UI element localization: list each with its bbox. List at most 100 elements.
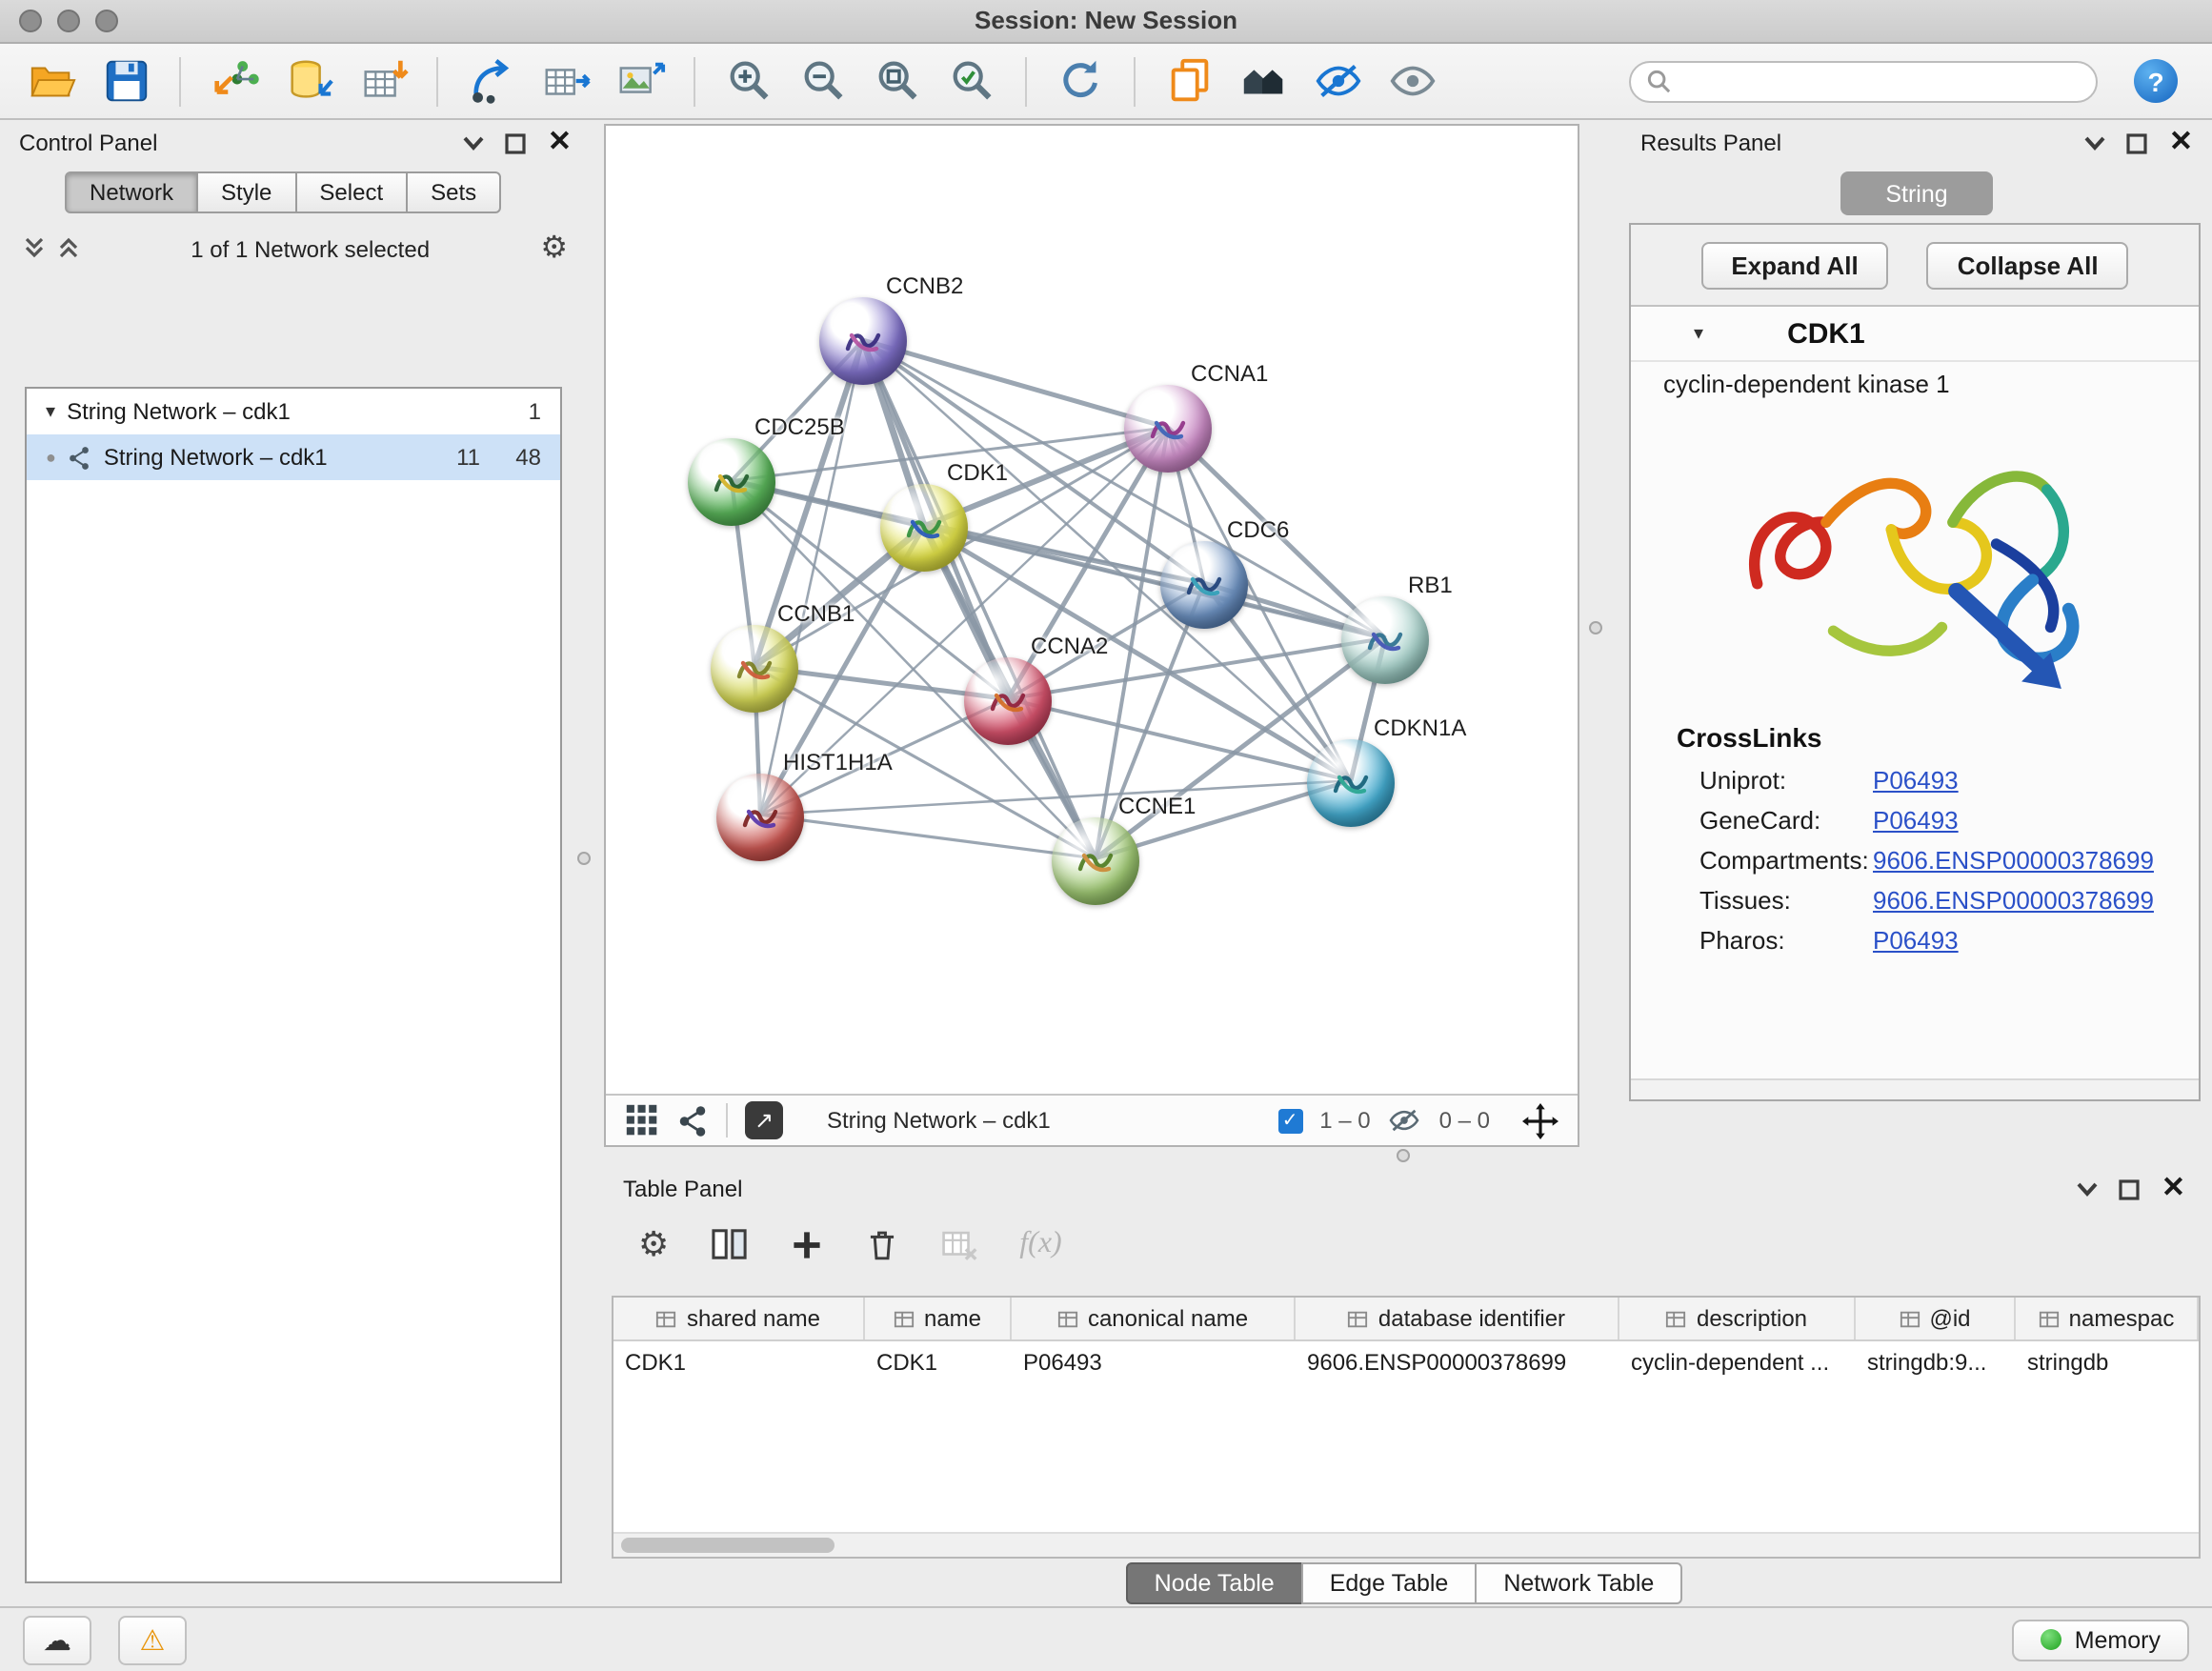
table-collapse-button[interactable] [2078,1181,2099,1197]
column-header-canonical-name[interactable]: canonical name [1012,1298,1296,1339]
crosslink-link[interactable]: P06493 [1873,926,1959,955]
export-image-button[interactable] [608,50,673,111]
table-float-button[interactable] [2120,1178,2141,1199]
column-header-@id[interactable]: @id [1856,1298,2016,1339]
bottom-splitter-handle[interactable] [1397,1149,1410,1162]
node-CDC6[interactable] [1160,541,1248,629]
table-horizontal-scrollbar[interactable] [613,1532,2199,1557]
column-header-description[interactable]: description [1619,1298,1856,1339]
panel-close-button[interactable]: ✕ [548,130,572,156]
zoom-in-icon [723,55,774,107]
hide-eye-button[interactable] [1305,50,1370,111]
node-CDKN1A[interactable] [1307,739,1395,827]
help-button[interactable]: ? [2134,59,2178,103]
birdseye-button[interactable] [1231,50,1296,111]
left-splitter-handle[interactable] [577,852,591,865]
tab-select[interactable]: Select [294,171,408,213]
results-horizontal-scrollbar[interactable] [1631,1078,2199,1099]
show-columns-icon[interactable] [711,1227,749,1261]
pan-move-icon[interactable] [1522,1102,1558,1138]
crosslink-link[interactable]: P06493 [1873,806,1959,835]
node-HIST1H1A[interactable] [716,774,804,861]
open-in-new-window-button[interactable]: ↗ [745,1101,783,1139]
selected-checkbox-icon[interactable]: ✓ [1277,1108,1302,1133]
search-input[interactable] [1680,66,2081,96]
tab-network[interactable]: Network [65,171,198,213]
table-row[interactable]: CDK1CDK1P064939606.ENSP00000378699cyclin… [613,1341,2199,1383]
column-header-database-identifier[interactable]: database identifier [1296,1298,1619,1339]
cloud-sync-button[interactable]: ☁ [23,1615,91,1664]
save-session-button[interactable] [93,50,158,111]
node-CCNE1[interactable] [1052,817,1139,905]
delete-column-trash-icon[interactable] [865,1226,899,1262]
birdseye-icon [1237,55,1289,107]
tab-style[interactable]: Style [196,171,296,213]
edge-HIST1H1A-CCNE1[interactable] [760,815,1096,858]
node-CCNB2[interactable] [819,297,907,385]
collapse-all-button[interactable]: Collapse All [1927,242,2129,290]
scrollbar-thumb[interactable] [621,1538,835,1553]
node-CCNA2[interactable] [964,657,1052,745]
expand-all-button[interactable]: Expand All [1700,242,1888,290]
edge-CCNB2-CCNE1[interactable] [863,340,1096,858]
table-tab-node-table[interactable]: Node Table [1126,1562,1303,1604]
network-collection-row[interactable]: ▾ String Network – cdk1 1 [27,389,560,434]
edge-CCNB2-CCNA1[interactable] [863,340,1168,428]
hide-eye-icon [1312,55,1363,107]
gene-collapse-icon[interactable]: ▾ [1694,323,1703,344]
table-close-button[interactable]: ✕ [2162,1176,2185,1202]
create-column-plus-icon[interactable] [791,1228,823,1260]
results-collapse-button[interactable] [2085,135,2106,151]
column-header-name[interactable]: name [865,1298,1012,1339]
crosslink-link[interactable]: 9606.ENSP00000378699 [1873,886,2154,915]
network-canvas[interactable]: CCNB2CCNA1CDC25BCDK1CDC6RB1CCNB1CCNA2CDK… [606,126,1578,1094]
window-minimize-button[interactable] [57,10,80,32]
open-session-button[interactable] [19,50,84,111]
birdseye-grid-icon[interactable] [625,1103,659,1137]
import-database-button[interactable] [276,50,341,111]
expand-all-networks-button[interactable] [57,235,80,264]
crosslink-link[interactable]: 9606.ENSP00000378699 [1873,846,2154,875]
panel-collapse-button[interactable] [464,135,485,151]
duplicate-page-button[interactable] [1156,50,1221,111]
crosslink-link[interactable]: P06493 [1873,766,1959,795]
right-splitter-handle[interactable] [1589,621,1602,634]
search-box[interactable] [1629,60,2098,102]
zoom-selected-button[interactable] [939,50,1004,111]
edge-CCNB2-HIST1H1A[interactable] [760,340,863,815]
column-header-shared-name[interactable]: shared name [613,1298,865,1339]
node-CCNB1[interactable] [711,625,798,713]
warnings-button[interactable]: ⚠ [118,1615,187,1664]
zoom-fit-button[interactable] [865,50,930,111]
network-row[interactable]: ● String Network – cdk1 11 48 [27,434,560,480]
network-overview-icon[interactable] [676,1104,709,1137]
new-network-button[interactable] [459,50,524,111]
export-table-button[interactable] [533,50,598,111]
tab-sets[interactable]: Sets [406,171,501,213]
window-zoom-button[interactable] [95,10,118,32]
table-tab-edge-table[interactable]: Edge Table [1301,1562,1478,1604]
table-settings-gear-icon[interactable]: ⚙ [638,1229,669,1259]
import-table-button[interactable] [351,50,415,111]
tree-expand-icon[interactable]: ▾ [46,401,55,422]
network-options-gear-icon[interactable]: ⚙ [540,234,568,265]
zoom-out-button[interactable] [791,50,855,111]
memory-button[interactable]: Memory [2012,1619,2189,1661]
node-CDC25B[interactable] [688,438,775,526]
column-header-namespac[interactable]: namespac [2016,1298,2199,1339]
node-CCNA1[interactable] [1124,385,1212,473]
table-tab-network-table[interactable]: Network Table [1475,1562,1682,1604]
refresh-button[interactable] [1048,50,1113,111]
node-RB1[interactable] [1341,596,1429,684]
results-close-button[interactable]: ✕ [2169,130,2193,156]
window-close-button[interactable] [19,10,42,32]
panel-float-button[interactable] [506,132,527,153]
import-network-button[interactable] [202,50,267,111]
show-eye-button[interactable] [1379,50,1444,111]
collapse-all-networks-button[interactable] [23,235,46,264]
hidden-eye-icon[interactable] [1388,1107,1422,1134]
tab-string[interactable]: String [1840,171,1993,215]
zoom-in-button[interactable] [716,50,781,111]
results-float-button[interactable] [2127,132,2148,153]
node-CDK1[interactable] [880,484,968,572]
